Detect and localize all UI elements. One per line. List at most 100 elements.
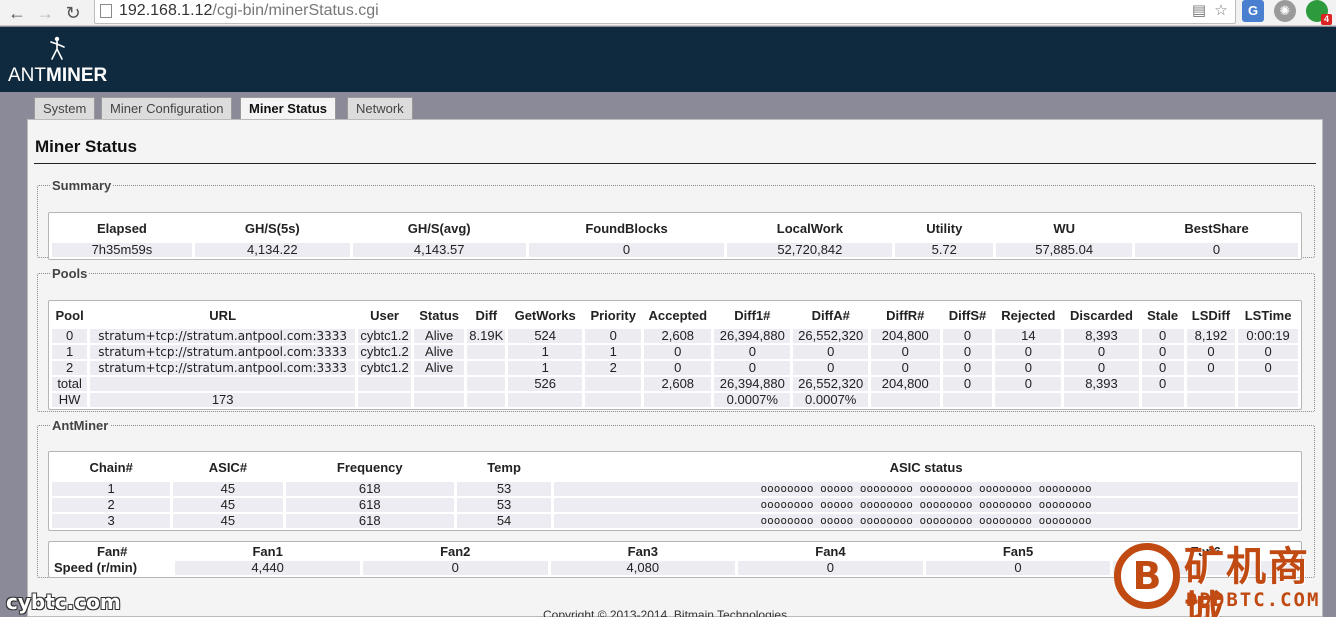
watermark-left: cybtc.com: [6, 590, 121, 614]
pool-cell: 0: [644, 361, 712, 375]
pool-cell: cybtc1.2: [358, 329, 411, 343]
pool-cell: 0: [1141, 361, 1184, 375]
pool-cell: 524: [508, 329, 583, 343]
tab-miner-status[interactable]: Miner Status: [240, 97, 337, 121]
pool-cell: [467, 377, 506, 391]
chain-row: 2 45 618 53 oooooooo ooooo oooooooo oooooooo…: [52, 498, 1298, 512]
summary-cell: 7h35m59s: [52, 243, 192, 257]
pool-row: total 526 2,608 26,394,880 26,552,320 204,800…: [52, 377, 1298, 391]
pool-cell: 8.19K: [467, 328, 506, 343]
pool-cell: 0: [871, 361, 940, 375]
pool-cell: 0.0007%: [793, 393, 868, 407]
pool-cell: 0: [1238, 361, 1298, 375]
antminer-logo: ANTMINER: [8, 35, 108, 86]
pool-cell: [1141, 393, 1184, 407]
summary-col-header: Elapsed: [97, 220, 147, 236]
google-translate-extension-icon[interactable]: G: [1242, 0, 1264, 22]
pool-row: 0 stratum+tcp://stratum.antpool.com:3333 c…: [52, 329, 1298, 343]
pools-col-header: LSTime: [1244, 307, 1292, 323]
fan-col-header: Fan1: [252, 544, 283, 559]
tab-system[interactable]: System: [34, 97, 96, 120]
chain-col-header: Temp: [487, 459, 521, 475]
summary-cell: 57,885.04: [996, 243, 1133, 257]
pool-cell: 8,393: [1064, 329, 1139, 343]
fans-header-row: Fan# Fan1 Fan2 Fan3 Fan4 Fan5 Fan6: [52, 544, 1298, 559]
pools-legend: Pools: [52, 266, 88, 281]
watermark-site: DDDBTC.COM: [1186, 589, 1321, 611]
chain-cell: 1: [52, 482, 171, 496]
pool-cell: 204,800: [871, 329, 940, 343]
asic-status-cell: oooooooo ooooo oooooooo oooooooo ooooooo…: [554, 482, 1298, 496]
pools-col-header: DiffS#: [948, 307, 987, 323]
address-url[interactable]: 192.168.1.12/cgi-bin/minerStatus.cgi: [119, 0, 379, 22]
pool-cell: 8,393: [1064, 377, 1139, 391]
fan-speed-cell: 4,440: [175, 561, 360, 575]
bitcoin-coin-icon: B: [1114, 543, 1180, 609]
chain-cell: 45: [173, 498, 283, 512]
pool-cell: [644, 393, 712, 407]
pool-cell: [508, 393, 583, 407]
pool-cell: 0: [714, 345, 791, 359]
footer-copyright: Copyright © 2013-2014, Bitmain Technolog…: [543, 608, 788, 617]
pool-cell: 0.0007%: [714, 393, 791, 407]
pool-cell: 0: [644, 345, 712, 359]
fan-col-header: Fan3: [627, 544, 658, 559]
summary-section: Summary Elapsed GH/S(5s) GH/S(avg) FoundBlo…: [37, 178, 1315, 260]
green-extension-icon[interactable]: 4: [1306, 0, 1332, 25]
tab-miner-configuration[interactable]: Miner Configuration: [101, 97, 233, 120]
pool-cell: [995, 393, 1062, 407]
pool-cell: 0: [1141, 377, 1184, 391]
pool-cell: 0: [1238, 345, 1298, 359]
pools-table: Pool URL User Status Diff GetWorks Priority Acc…: [48, 300, 1302, 410]
pool-cell: 1: [508, 361, 583, 375]
pools-col-header: Stale: [1147, 307, 1179, 323]
star-icon[interactable]: ☆: [1211, 1, 1231, 21]
antminer-legend: AntMiner: [52, 418, 109, 433]
ant-logo-icon: [50, 36, 65, 60]
pool-cell: [1238, 377, 1298, 391]
pool-cell: 0: [714, 361, 791, 375]
pool-cell: 2: [585, 361, 642, 375]
pool-cell: 0: [942, 345, 993, 359]
pool-cell: 0: [1064, 345, 1139, 359]
chain-cell: 618: [285, 514, 454, 528]
chains-header-row: Chain# ASIC# Frequency Temp ASIC status: [52, 454, 1298, 480]
pool-cell: [467, 345, 506, 359]
forward-icon[interactable]: →: [34, 2, 56, 24]
pool-cell: 0: [942, 377, 993, 391]
fan-col-header: Fan4: [815, 544, 846, 559]
reload-icon[interactable]: ↻: [62, 2, 84, 24]
pool-cell: [1064, 393, 1139, 407]
pool-cell: 526: [508, 377, 583, 391]
pool-cell: 0: [1141, 345, 1184, 359]
tab-network[interactable]: Network: [347, 97, 413, 120]
pool-cell: 26,394,880: [714, 377, 791, 391]
pool-cell: [358, 393, 411, 407]
film-reel-extension-icon[interactable]: ✺: [1274, 0, 1296, 22]
pools-col-header: URL: [209, 307, 237, 323]
url-host: 192.168.1.12: [119, 2, 213, 19]
chain-col-header: ASIC status: [889, 459, 963, 475]
pool-row: 1 stratum+tcp://stratum.antpool.com:3333 c…: [52, 345, 1298, 359]
pools-col-header: Accepted: [648, 307, 708, 323]
pools-col-header: LSDiff: [1191, 307, 1231, 323]
pool-cell: cybtc1.2: [358, 345, 411, 359]
chain-cell: 53: [456, 498, 552, 512]
address-bar[interactable]: 192.168.1.12/cgi-bin/minerStatus.cgi ▤ ☆: [94, 0, 1236, 24]
pool-cell: 0: [793, 361, 868, 375]
back-icon[interactable]: ←: [6, 2, 28, 24]
translate-icon[interactable]: ▤: [1189, 1, 1209, 21]
pools-header-row: Pool URL User Status Diff GetWorks Priority Acc…: [52, 303, 1298, 327]
pool-url-cell: stratum+tcp://stratum.antpool.com:3333: [90, 361, 356, 375]
summary-cell: 52,720,842: [727, 243, 893, 257]
chain-cell: 618: [285, 498, 454, 512]
chain-cell: 54: [456, 514, 552, 528]
pools-col-header: GetWorks: [514, 307, 576, 323]
fan-speed-cell: 0: [362, 561, 548, 575]
pools-col-header: User: [370, 307, 399, 323]
pool-cell: 0: [52, 329, 88, 343]
pool-row: HW 173 0.0007% 0.0007%: [52, 393, 1298, 407]
summary-table: Elapsed GH/S(5s) GH/S(avg) FoundBlocks Local…: [48, 212, 1302, 260]
pool-cell: [585, 377, 642, 391]
pools-col-header: Rejected: [1001, 307, 1056, 323]
